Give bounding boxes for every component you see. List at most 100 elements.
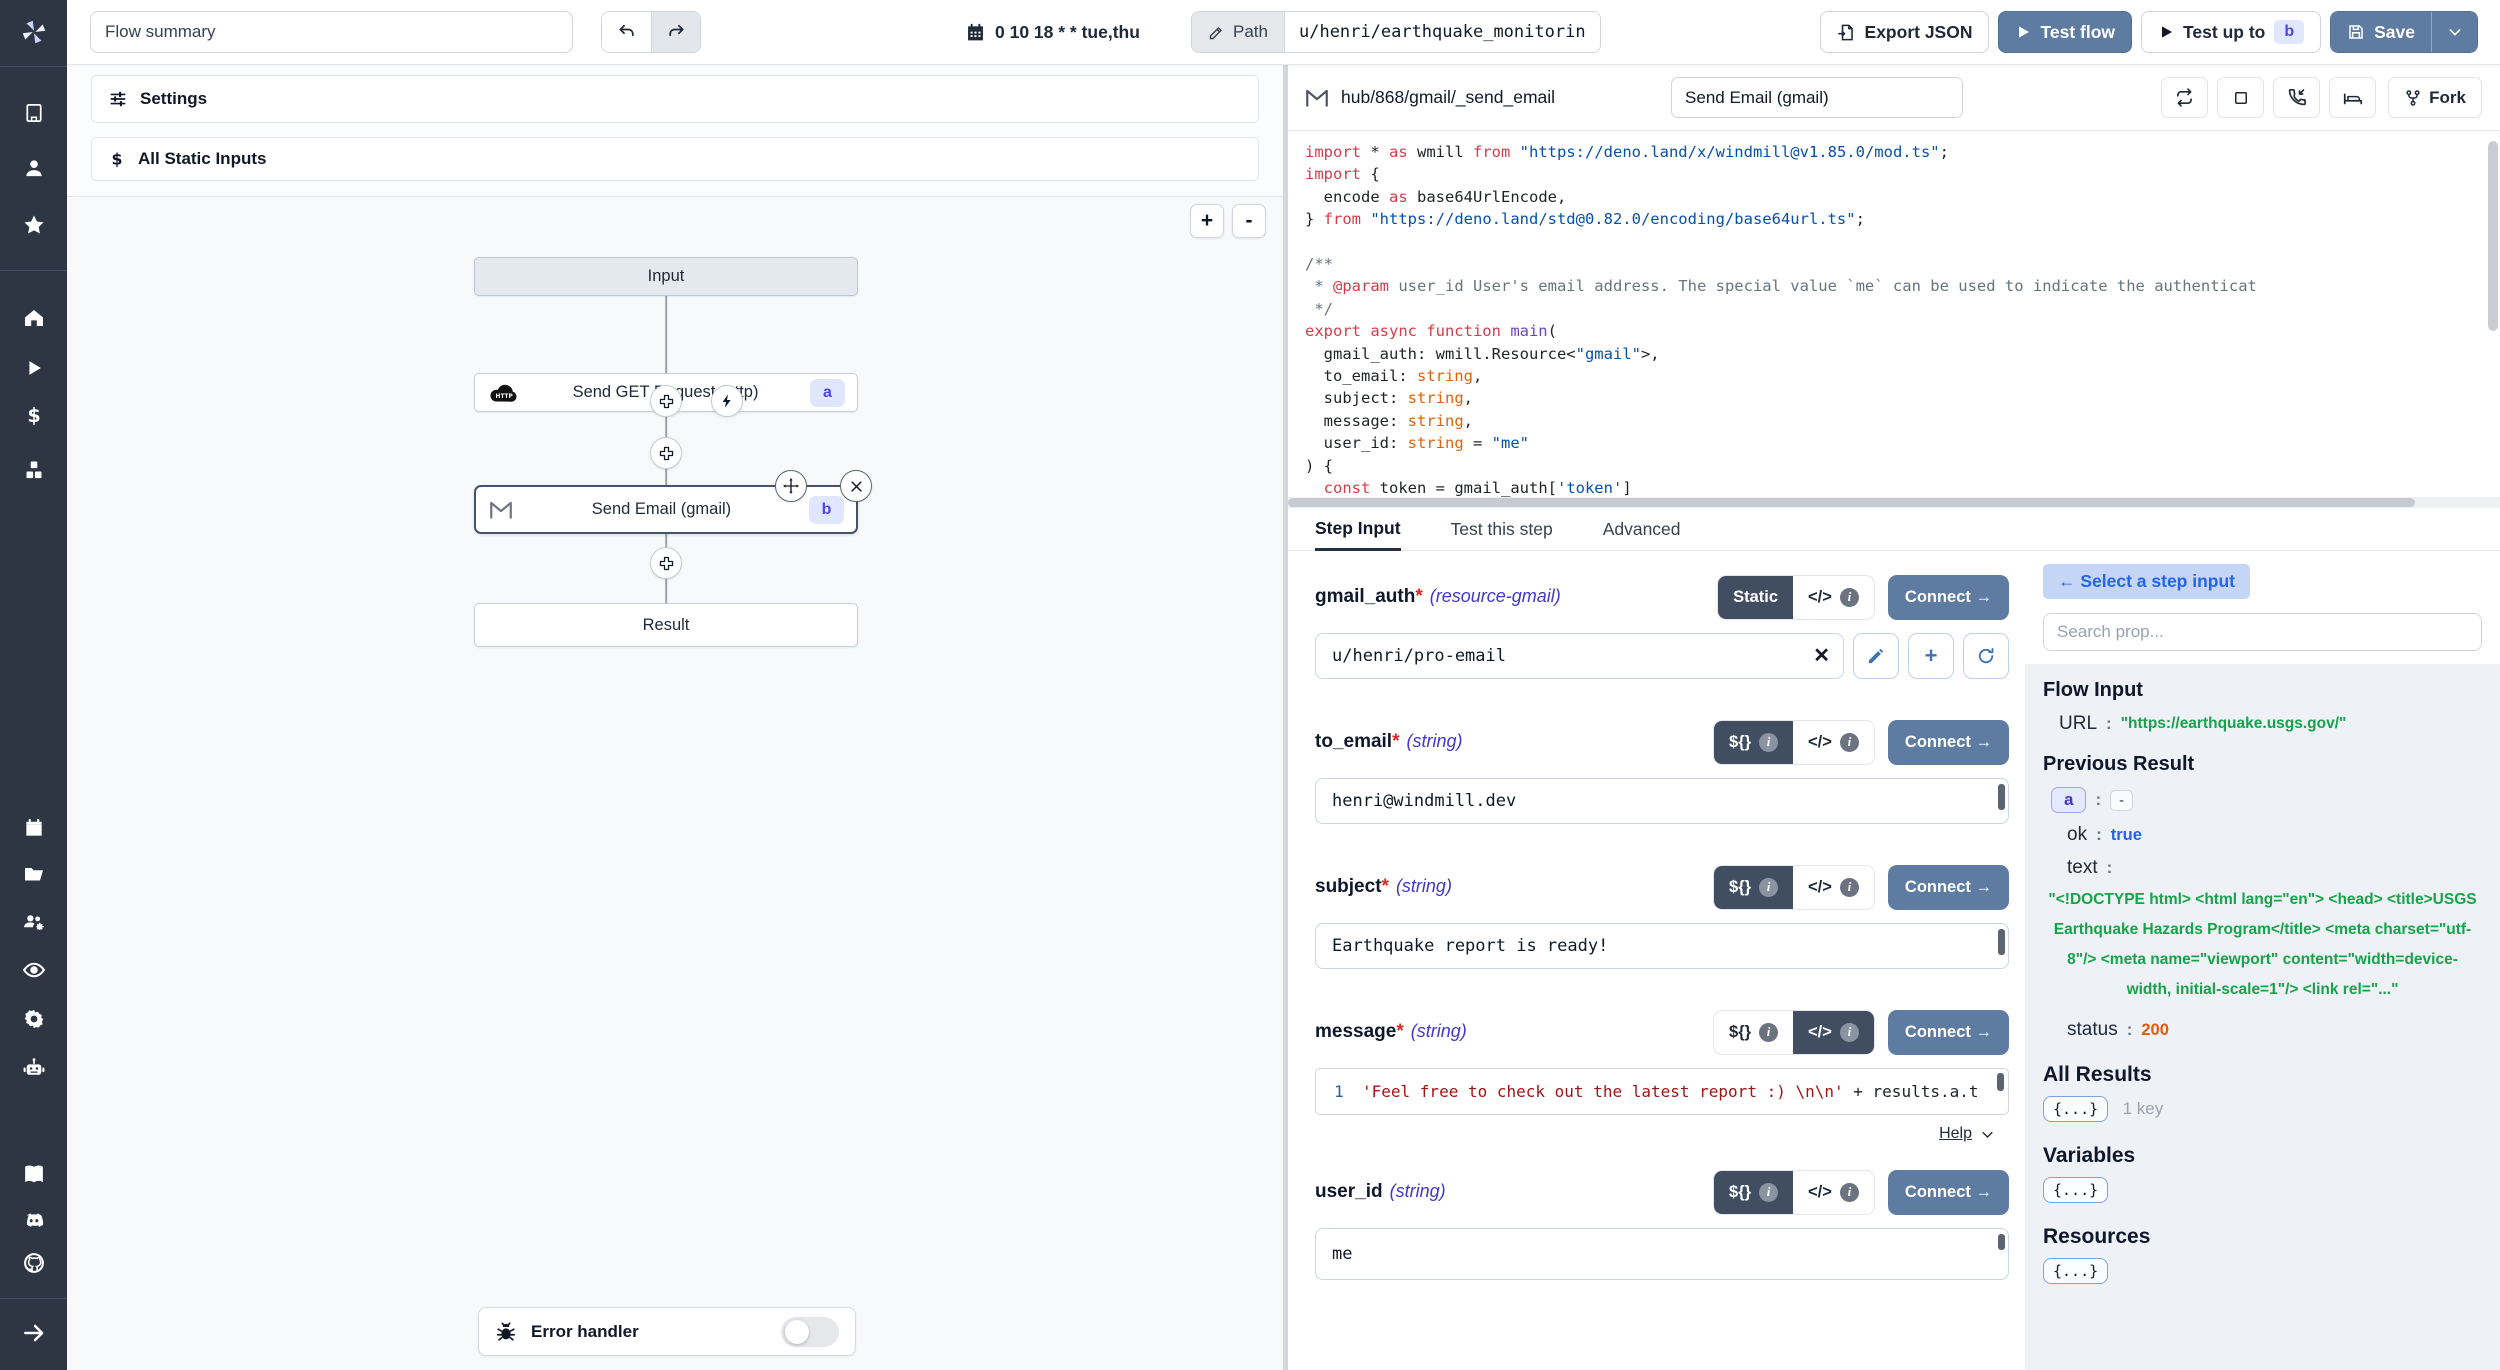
zoom-in-button[interactable]: + <box>1190 204 1224 238</box>
gmail-auth-resource-input[interactable] <box>1315 633 1844 679</box>
zoom-out-button[interactable]: - <box>1232 204 1266 238</box>
delete-step-button[interactable] <box>840 470 872 502</box>
collapse-chip[interactable]: - <box>2110 790 2133 811</box>
expand-arrow-icon[interactable] <box>21 1320 47 1346</box>
mode-javascript[interactable]: </>i <box>1793 576 1874 619</box>
connect-button[interactable]: Connect → <box>1888 720 2009 765</box>
code-editor[interactable]: import * as wmill from "https://deno.lan… <box>1288 131 2500 497</box>
add-resource-button[interactable]: + <box>1908 633 1954 679</box>
home-icon[interactable] <box>22 306 46 330</box>
schedule-summary[interactable]: 0 10 18 * * tue,thu <box>965 0 1140 65</box>
mode-expr[interactable]: ${}i <box>1714 1171 1793 1214</box>
step-title-input[interactable] <box>1671 77 1963 118</box>
undo-button[interactable] <box>602 12 651 52</box>
add-step-button[interactable] <box>650 385 682 417</box>
settings-bar[interactable]: Settings <box>91 75 1259 123</box>
code-vertical-scrollbar[interactable] <box>2488 141 2498 331</box>
help-link[interactable]: Help <box>1939 1125 1972 1143</box>
path-edit-button[interactable]: Path <box>1192 12 1285 52</box>
to-email-input[interactable] <box>1315 778 2009 824</box>
path-value[interactable]: u/henri/earthquake_monitorin <box>1285 12 1600 52</box>
connect-button[interactable]: Connect → <box>1888 865 2009 910</box>
error-handler-toggle[interactable] <box>781 1317 839 1347</box>
mode-static[interactable]: Static <box>1718 576 1793 619</box>
connect-button[interactable]: Connect → <box>1888 575 2009 620</box>
worker-robot-icon[interactable] <box>21 1056 46 1081</box>
clear-x-icon[interactable]: ✕ <box>1813 643 1830 668</box>
groups-gear-icon[interactable] <box>21 910 46 935</box>
flow-summary-input[interactable] <box>90 11 573 53</box>
discord-icon[interactable] <box>21 1208 46 1233</box>
mode-expr[interactable]: ${}i <box>1714 866 1793 909</box>
runs-play-icon[interactable] <box>23 357 45 379</box>
flow-node-gmail-selected[interactable]: Send Email (gmail) b <box>474 485 858 534</box>
user-icon[interactable] <box>22 157 45 180</box>
schedules-calendar-icon[interactable] <box>22 817 45 840</box>
prop-key-text[interactable]: text <box>2067 857 2098 879</box>
test-flow-button[interactable]: Test flow <box>1998 11 2132 53</box>
prop-key-status[interactable]: status <box>2067 1019 2118 1041</box>
mode-expr[interactable]: ${}i <box>1714 721 1793 764</box>
prop-value-status[interactable]: 200 <box>2141 1021 2169 1040</box>
test-up-to-button[interactable]: Test up to b <box>2141 11 2321 53</box>
export-json-button[interactable]: Export JSON <box>1820 11 1990 53</box>
prop-key-url[interactable]: URL <box>2059 713 2097 735</box>
folders-icon[interactable] <box>22 862 46 886</box>
prop-value-ok[interactable]: true <box>2111 826 2142 845</box>
tab-advanced[interactable]: Advanced <box>1603 508 1681 550</box>
flow-canvas[interactable]: + - Input HTTP Send GET Request (http) a <box>67 197 1283 1370</box>
variables-object-chip[interactable]: {...} <box>2043 1177 2108 1203</box>
prop-value-url[interactable]: "https://earthquake.usgs.gov/" <box>2121 715 2347 733</box>
message-expression-editor[interactable]: 1 'Feel free to check out the latest rep… <box>1315 1068 2009 1115</box>
add-trigger-bolt-button[interactable] <box>711 385 743 417</box>
connect-button[interactable]: Connect → <box>1888 1010 2009 1055</box>
search-prop-input[interactable] <box>2043 613 2482 651</box>
all-static-inputs-bar[interactable]: $ All Static Inputs <box>91 137 1259 181</box>
variables-dollar-icon[interactable]: $ <box>22 405 45 428</box>
subject-input[interactable] <box>1315 923 2009 969</box>
all-results-object-chip[interactable]: {...} <box>2043 1096 2108 1122</box>
redo-button[interactable] <box>651 12 700 52</box>
docs-book-icon[interactable] <box>21 1162 46 1187</box>
sync-arrows-button[interactable] <box>2161 77 2208 118</box>
mode-javascript[interactable]: </>i <box>1793 721 1874 764</box>
field-label-subject: subject*(string) <box>1315 876 1452 898</box>
add-step-button[interactable] <box>650 547 682 579</box>
save-button[interactable]: Save <box>2331 12 2431 52</box>
add-step-button[interactable] <box>650 437 682 469</box>
tab-test-this-step[interactable]: Test this step <box>1451 508 1553 550</box>
chevron-down-icon[interactable] <box>1980 1127 1995 1142</box>
move-step-handle[interactable] <box>775 470 807 502</box>
refresh-resource-button[interactable] <box>1963 633 2009 679</box>
prop-key-ok[interactable]: ok <box>2067 824 2087 846</box>
mode-javascript[interactable]: </>i <box>1793 1011 1874 1054</box>
github-icon[interactable] <box>21 1250 47 1276</box>
windmill-logo-icon[interactable] <box>19 17 49 47</box>
error-handler-bar[interactable]: Error handler <box>478 1307 856 1356</box>
mode-javascript[interactable]: </>i <box>1793 866 1874 909</box>
workspace-building-icon[interactable] <box>22 102 45 125</box>
resources-object-chip[interactable]: {...} <box>2043 1258 2108 1284</box>
prop-value-text[interactable]: "<!DOCTYPE html> <html lang="en"> <head>… <box>2043 885 2482 1005</box>
select-step-input-pill[interactable]: ← Select a step input <box>2043 564 2250 599</box>
save-dropdown-button[interactable] <box>2431 12 2477 52</box>
tab-step-input[interactable]: Step Input <box>1315 508 1401 551</box>
user-id-input[interactable] <box>1315 1228 2009 1280</box>
flow-node-result[interactable]: Result <box>474 603 858 647</box>
sleep-bench-button[interactable] <box>2329 77 2376 118</box>
audit-eye-icon[interactable] <box>21 958 46 983</box>
mode-javascript[interactable]: </>i <box>1793 1171 1874 1214</box>
code-horizontal-scrollbar[interactable] <box>1288 497 2500 508</box>
connect-button[interactable]: Connect → <box>1888 1170 2009 1215</box>
step-a-badge[interactable]: a <box>2051 787 2086 813</box>
phone-incoming-button[interactable] <box>2273 77 2320 118</box>
edit-resource-button[interactable] <box>1853 633 1899 679</box>
favorites-star-icon[interactable] <box>22 213 46 237</box>
flow-node-input[interactable]: Input <box>474 257 858 296</box>
resources-cubes-icon[interactable] <box>22 458 46 482</box>
mode-expr[interactable]: ${}i <box>1714 1011 1793 1054</box>
fork-button[interactable]: Fork <box>2388 77 2482 118</box>
hub-script-path[interactable]: hub/868/gmail/_send_email <box>1341 87 1555 108</box>
settings-gear-icon[interactable] <box>22 1007 46 1031</box>
stop-square-button[interactable] <box>2217 77 2264 118</box>
